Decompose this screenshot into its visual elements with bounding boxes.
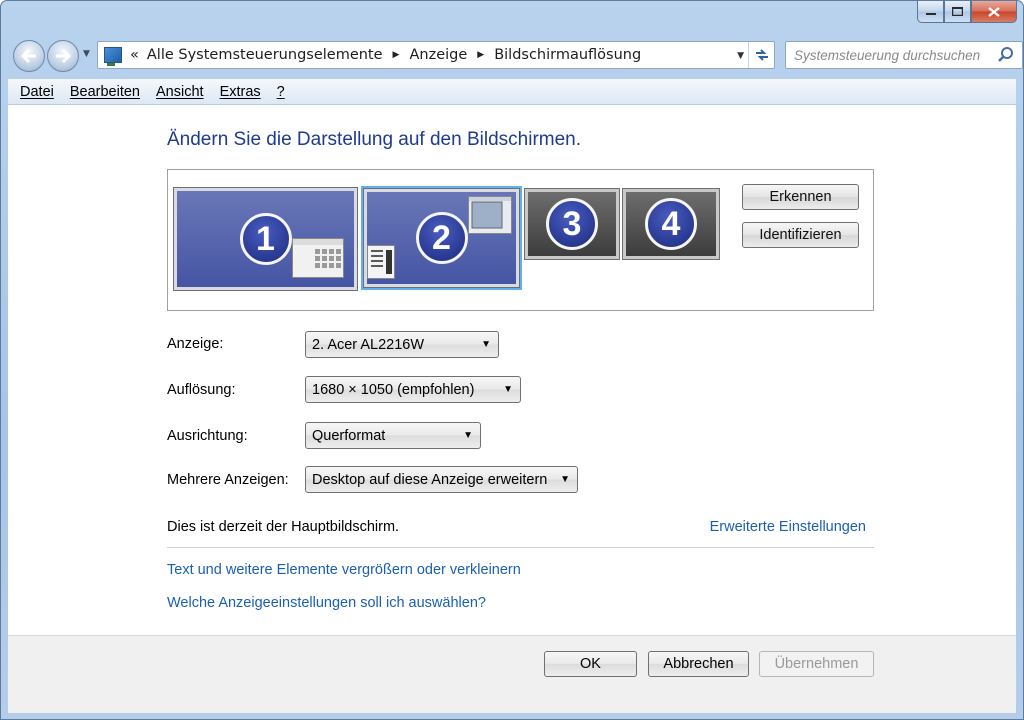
dialog-footer: OK Abbrechen Übernehmen (8, 636, 1016, 713)
menu-bar: Datei Bearbeiten Ansicht Extras ? (8, 79, 1016, 105)
primary-display-status: Dies ist derzeit der Hauptbildschirm. (167, 519, 400, 535)
window-icon (469, 197, 511, 229)
list-icon (371, 250, 392, 274)
monitor-window-thumbnail (468, 196, 512, 234)
monitor-number-4: 4 (645, 198, 697, 250)
monitor-window-thumbnail (367, 245, 395, 279)
monitor-2[interactable]: 2 (361, 186, 522, 290)
chevron-down-icon: ▼ (503, 384, 513, 395)
chevron-right-icon[interactable]: ▶ (393, 50, 400, 60)
control-panel-icon (104, 47, 122, 66)
refresh-icon (755, 49, 768, 61)
maximize-button[interactable] (944, 1, 971, 23)
divider (167, 547, 874, 548)
search-box[interactable]: Systemsteuerung durchsuchen (785, 41, 1023, 69)
display-select-value: 2. Acer AL2216W (312, 336, 425, 353)
text-size-link[interactable]: Text und weitere Elemente vergrößern ode… (167, 562, 521, 578)
control-panel-window: ▼ « Alle Systemsteuerungselemente ▶ Anze… (0, 0, 1024, 720)
resolution-label: Auflösung: (167, 382, 236, 398)
orientation-label: Ausrichtung: (167, 428, 248, 444)
monitor-number-2: 2 (415, 212, 468, 264)
forward-button[interactable] (47, 40, 79, 72)
close-button[interactable] (971, 1, 1017, 23)
cancel-button[interactable]: Abbrechen (648, 651, 749, 677)
content-area: Ändern Sie die Darstellung auf den Bilds… (8, 105, 1016, 713)
ok-button[interactable]: OK (544, 651, 637, 677)
minimize-button[interactable] (917, 1, 944, 23)
monitor-4[interactable]: 4 (622, 188, 720, 260)
menu-datei[interactable]: Datei (20, 84, 54, 100)
monitor-number-3: 3 (546, 198, 598, 250)
multiple-displays-select[interactable]: Desktop auf diese Anzeige erweitern ▼ (305, 466, 578, 493)
display-label: Anzeige: (167, 336, 224, 352)
grid-icon (293, 239, 343, 268)
close-icon (988, 6, 1000, 17)
multiple-displays-select-value: Desktop auf diese Anzeige erweitern (312, 471, 548, 488)
page-title: Ändern Sie die Darstellung auf den Bilds… (167, 129, 582, 150)
arrow-left-icon (21, 49, 36, 63)
orientation-select[interactable]: Querformat ▼ (305, 422, 481, 449)
breadcrumb-item-display[interactable]: Anzeige (409, 47, 467, 63)
chevron-down-icon: ▼ (560, 474, 570, 485)
chevron-down-icon: ▼ (481, 339, 491, 350)
refresh-button[interactable] (748, 42, 774, 68)
monitor-window-thumbnail (292, 238, 344, 278)
address-dropdown-icon[interactable]: ▼ (737, 51, 744, 61)
back-button[interactable] (13, 40, 45, 72)
resolution-select-value: 1680 × 1050 (empfohlen) (312, 381, 475, 398)
caption-buttons (917, 1, 1017, 23)
navigation-bar: ▼ « Alle Systemsteuerungselemente ▶ Anze… (11, 37, 1023, 75)
address-bar[interactable]: « Alle Systemsteuerungselemente ▶ Anzeig… (97, 41, 775, 69)
search-icon[interactable] (996, 45, 1016, 65)
arrow-right-icon (56, 49, 71, 63)
breadcrumb-prefix[interactable]: « (130, 47, 139, 63)
resolution-select[interactable]: 1680 × 1050 (empfohlen) ▼ (305, 376, 521, 403)
apply-button[interactable]: Übernehmen (759, 651, 874, 677)
display-settings-help-link[interactable]: Welche Anzeigeeinstellungen soll ich aus… (167, 595, 486, 611)
recent-pages-dropdown[interactable]: ▼ (83, 49, 90, 59)
menu-bearbeiten[interactable]: Bearbeiten (70, 84, 140, 100)
advanced-settings-link[interactable]: Erweiterte Einstellungen (710, 519, 866, 535)
monitor-1[interactable]: 1 (173, 187, 358, 291)
chevron-right-icon[interactable]: ▶ (477, 50, 484, 60)
monitor-number-1: 1 (239, 213, 292, 265)
identify-button[interactable]: Identifizieren (742, 222, 859, 248)
display-select[interactable]: 2. Acer AL2216W ▼ (305, 331, 499, 358)
maximize-icon (952, 7, 963, 16)
breadcrumb-item-resolution[interactable]: Bildschirmauflösung (494, 47, 641, 63)
search-input[interactable]: Systemsteuerung durchsuchen (794, 48, 980, 63)
orientation-select-value: Querformat (312, 427, 386, 444)
minimize-icon (925, 12, 936, 15)
menu-ansicht[interactable]: Ansicht (156, 84, 204, 100)
detect-button[interactable]: Erkennen (742, 184, 859, 210)
breadcrumb-item-all-items[interactable]: Alle Systemsteuerungselemente (147, 47, 383, 63)
multiple-displays-label: Mehrere Anzeigen: (167, 472, 289, 488)
chevron-down-icon: ▼ (463, 430, 473, 441)
menu-extras[interactable]: Extras (220, 84, 261, 100)
monitor-3[interactable]: 3 (524, 188, 620, 260)
menu-help[interactable]: ? (277, 84, 285, 100)
monitor-layout-panel: 1 2 3 4 Erkennen Identifizieren (167, 169, 874, 311)
